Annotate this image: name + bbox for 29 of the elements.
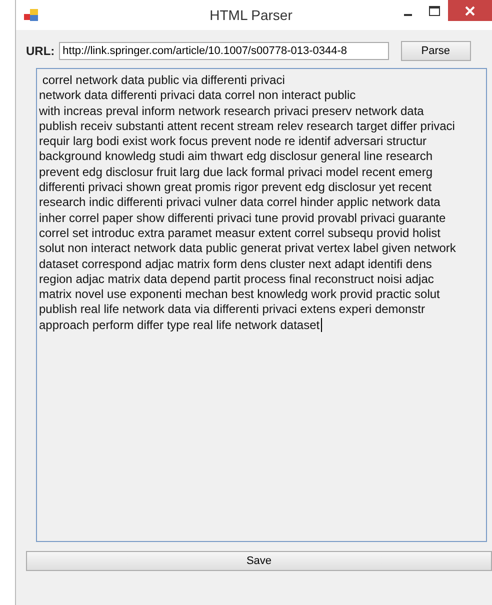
close-icon (465, 6, 475, 16)
output-text-line: network data differenti privaci data correl non interact public (39, 88, 356, 104)
output-text-line: solut non interact network data public generat privat vertex label given network (39, 241, 456, 257)
output-text-line: correl network data public via differenti privaci (41, 73, 285, 88)
output-text-line: research indic differenti privaci vulner data correl hinder applic network data (39, 195, 440, 211)
close-button[interactable] (448, 0, 492, 21)
output-text-line: approach perform differ type real life network dataset (39, 318, 320, 334)
parse-button[interactable]: Parse (400, 41, 471, 61)
output-text-line: matrix novel use exponenti mechan best knowledg work provid practic solut (39, 287, 440, 302)
url-field[interactable]: http://link.springer.com/article/10.1007/s00778-013-0344-8 (58, 42, 389, 60)
app-icon (24, 9, 38, 21)
save-button[interactable]: Save (26, 551, 492, 571)
output-text-line: region adjac matrix data depend partit process final reconstruct noisi adjac (39, 272, 434, 288)
window-title: HTML Parser (210, 7, 292, 23)
text-cursor (320, 318, 322, 332)
output-text-line: publish receiv substanti attent recent stream relev research target differ privaci (39, 118, 455, 134)
maximize-icon (429, 6, 440, 16)
output-text-line: prevent edg disclosur fruit larg due lack formal privaci model recent emerg (39, 164, 433, 180)
output-text-line: with increas preval inform network research privaci preserv network data (39, 104, 424, 119)
output-text-line: differenti privaci shown great promis rigor prevent edg disclosur yet recent (39, 180, 432, 196)
minimize-icon (404, 14, 412, 16)
output-text-line: background knowledg studi aim thwart edg disclosur general line research (39, 149, 433, 165)
output-text-line: requir larg bodi exist work focus prevent node re identif adversari structur (39, 134, 427, 150)
url-label: URL: (26, 44, 55, 58)
output-text-line: publish real life network data via differenti privaci extens experi demonstr (39, 302, 425, 318)
output-text-line: inher correl paper show differenti privaci tune provid provabl privaci guarante (39, 210, 446, 226)
output-text-line: correl set introduc extra paramet measur extent correl subsequ provid holist (39, 226, 441, 242)
output-text-line: dataset correspond adjac matrix form dens cluster next adapt identifi dens (39, 256, 432, 272)
output-text-area[interactable] (36, 68, 487, 542)
